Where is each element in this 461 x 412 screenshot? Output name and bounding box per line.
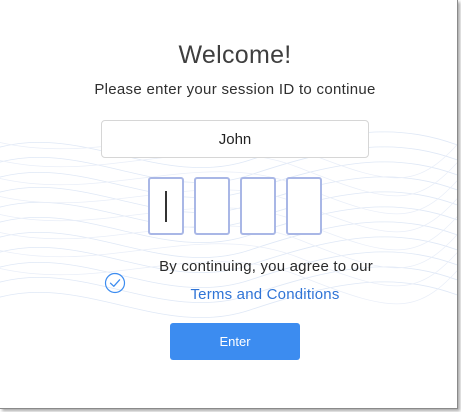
terms-link[interactable]: Terms and Conditions [0, 286, 457, 303]
enter-button[interactable]: Enter [170, 323, 300, 360]
session-code-digit-1[interactable] [148, 177, 184, 235]
session-code-digit-4[interactable] [286, 177, 322, 235]
consent-text: By continuing, you agree to our [159, 258, 373, 275]
welcome-title: Welcome! [178, 41, 292, 69]
session-login-panel: Welcome! Please enter your session ID to… [0, 0, 458, 409]
text-caret [165, 191, 167, 222]
session-code-digit-2[interactable] [194, 177, 230, 235]
name-input[interactable] [101, 120, 369, 158]
session-code-digit-3[interactable] [240, 177, 276, 235]
welcome-subtitle: Please enter your session ID to continue [94, 81, 376, 98]
